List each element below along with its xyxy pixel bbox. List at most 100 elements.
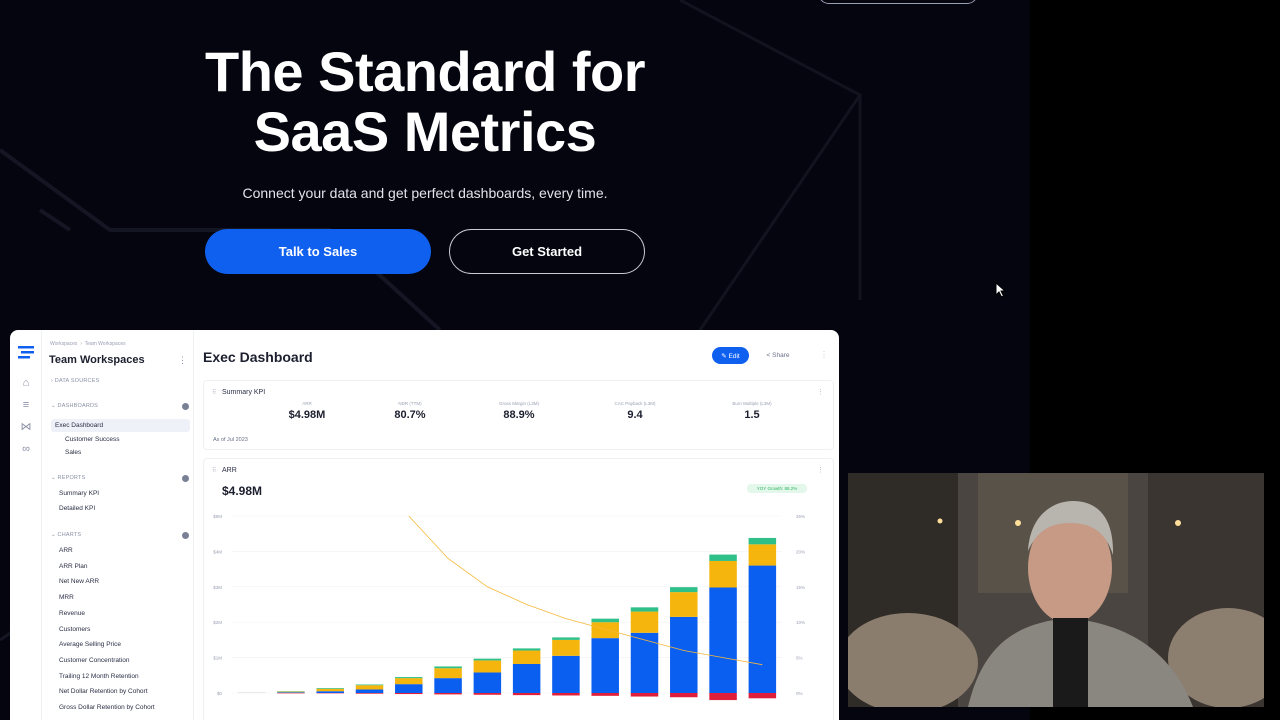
bar-segment [552,639,580,656]
sidebar-item-chart[interactable]: Customer Concentration [59,657,129,664]
get-started-button[interactable]: Get Started [449,229,645,274]
add-report-icon[interactable] [182,475,189,482]
breadcrumb-team-workspaces[interactable]: Team Workspaces [85,341,126,347]
section-data-sources[interactable]: › DATA SOURCES [51,378,99,384]
section-charts[interactable]: ⌄ CHARTS [51,532,81,538]
kpi-cac-payback: CAC Payback (L3M) 9.4 [595,401,675,421]
home-icon[interactable]: ⌂ [19,376,33,390]
y-tick-label: $4M [213,549,222,554]
sidebar-item-exec-dashboard[interactable]: Exec Dashboard [51,419,190,432]
headline-line-1: The Standard for [204,40,646,103]
bar-segment [434,678,462,693]
bar-segment [473,660,502,673]
bar-segment [591,638,619,693]
more-options-icon[interactable]: ⋮ [178,355,187,366]
bar-segment [355,684,384,686]
headline-line-2: SaaS Metrics [253,100,597,163]
sidebar-item-chart[interactable]: ARR [59,547,73,554]
more-options-icon[interactable]: ⋮ [817,388,824,396]
bar-segment-negative [434,693,462,695]
arr-chart-card: ⠿ ARR ⋮ $4.98M YOY Growth: 88.2% $0 $1M $2… [203,458,834,720]
bar-segment-negative [709,693,737,701]
login-button[interactable] [818,0,978,4]
sidebar-item-chart[interactable]: Net New ARR [59,578,99,585]
bar-segment-negative [748,693,777,699]
more-options-icon[interactable]: ⋮ [820,350,828,359]
bar-segment [316,688,344,689]
kpi-arr: ARR $4.98M [267,401,347,421]
bar-segment [512,650,541,664]
bar-segment [552,637,580,640]
kpi-label: NDR (TTM) [398,401,422,406]
sidebar-item-chart[interactable]: MRR [59,594,74,601]
bar-segment [473,672,502,693]
edit-button[interactable]: ✎ Edit [712,347,749,364]
dashboard-title: Exec Dashboard [203,349,313,365]
bar-segment [355,689,384,693]
sidebar-item-chart[interactable]: Average Selling Price [59,641,121,648]
bar-segment [709,560,737,588]
bar-segment [552,655,580,693]
bar-segment [277,692,305,693]
add-chart-icon[interactable] [182,532,189,539]
bar-segment [434,668,462,679]
sidebar-item-chart[interactable]: Net Dollar Retention by Cohort [59,688,148,695]
presenter-video-frame [848,473,1264,707]
sidebar-item-sales[interactable]: Sales [65,449,81,456]
mouse-cursor-icon [995,282,1007,298]
bar-segment [748,565,777,693]
bar-segment-negative [630,693,659,697]
breadcrumb-workspaces[interactable]: Workspaces [50,341,77,347]
icon-rail: ⌂ ≡ ⋈ ∞ [10,330,42,720]
sidebar-item-chart[interactable]: Revenue [59,610,85,617]
sidebar-item-chart[interactable]: Trailing 12 Month Retention [59,673,139,680]
bar-segment [670,592,698,617]
workspace-title: Team Workspaces [49,354,145,366]
sidebar-item-summary-kpi[interactable]: Summary KPI [59,490,99,497]
section-dashboards[interactable]: ⌄ DASHBOARDS [51,403,98,409]
bar-segment [395,684,423,693]
sidebar-item-detailed-kpi[interactable]: Detailed KPI [59,505,95,512]
sidebar-item-customer-success[interactable]: Customer Success [65,436,120,443]
hero-subhead: Connect your data and get perfect dashbo… [242,185,608,201]
bar-segment-negative [591,693,619,696]
y-tick-label: $1M [213,656,222,661]
bar-segment [277,691,305,693]
bar-segment [630,611,659,633]
share-button[interactable]: < Share [760,347,796,364]
bar-segment [395,677,423,679]
sidebar-item-chart[interactable]: ARR Plan [59,563,88,570]
kpi-label: CAC Payback (L3M) [614,401,656,406]
dashboard-preview: ⌂ ≡ ⋈ ∞ Workspaces › Team Workspaces Tea… [10,330,839,720]
hero-headline: The Standard for SaaS Metrics [140,42,710,162]
bar-segment [670,587,698,593]
webcam-video [848,473,1264,707]
dashboard-sidebar: Workspaces › Team Workspaces Team Worksp… [42,330,194,720]
talk-to-sales-button[interactable]: Talk to Sales [205,229,431,274]
kpi-label: ARR [302,401,312,406]
kpi-value: 9.4 [627,409,643,421]
drag-handle-icon[interactable]: ⠿ [212,389,216,396]
database-icon[interactable]: ≡ [19,398,33,412]
kpi-value: 80.7% [394,409,426,421]
kpi-value: 88.9% [503,409,535,421]
sidebar-item-chart[interactable]: Gross Dollar Retention by Cohort [59,704,155,711]
sidebar-item-chart[interactable]: Customers [59,626,90,633]
section-reports[interactable]: ⌄ REPORTS [51,475,85,481]
share-nodes-icon[interactable]: ⋈ [19,420,33,434]
bar-segment [395,678,423,685]
bar-segment [237,692,266,693]
bar-segment [316,691,344,693]
link-icon[interactable]: ∞ [19,442,33,456]
add-dashboard-icon[interactable] [182,403,189,410]
kpi-gross-margin: Gross Margin (L3M) 88.9% [479,401,559,421]
bar-segment [473,658,502,661]
bar-segment-negative [512,693,541,696]
y2-tick-label: 15% [796,585,805,590]
bar-segment-negative [355,693,384,694]
app-logo-icon [18,346,34,359]
y2-tick-label: 10% [796,620,805,625]
y2-tick-label: 5% [796,656,803,661]
bar-segment [434,666,462,669]
y2-tick-label: 20% [796,549,805,554]
